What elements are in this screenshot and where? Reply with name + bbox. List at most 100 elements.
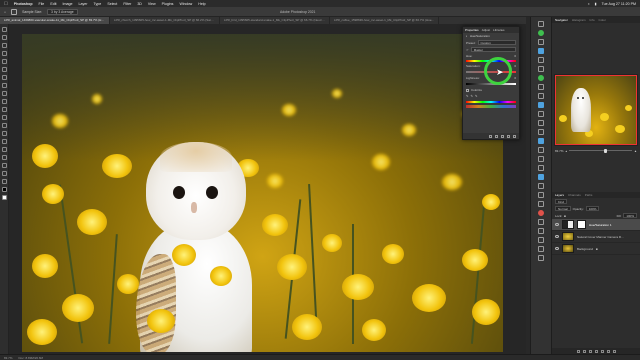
move-tool-icon[interactable] <box>1 27 7 32</box>
record-action-icon[interactable] <box>538 210 544 216</box>
zoom-out-icon[interactable]: ▴ <box>566 149 568 153</box>
hue-value[interactable]: 0 <box>514 54 516 58</box>
navigator-zoom-value[interactable]: 83.7% <box>555 149 564 153</box>
paragraph-panel-icon[interactable] <box>538 93 544 99</box>
tab-color[interactable]: Color <box>599 17 606 23</box>
eyedropper-tool-icon[interactable] <box>11 8 18 15</box>
view-previous-icon[interactable] <box>495 134 498 138</box>
fill-field[interactable]: 100% <box>623 213 637 218</box>
menu-file[interactable]: File <box>39 2 45 6</box>
gradients-panel-icon[interactable] <box>538 255 544 261</box>
menu-layer[interactable]: Layer <box>79 2 88 6</box>
background-color-icon[interactable] <box>1 195 7 200</box>
history-panel-icon[interactable] <box>538 21 544 27</box>
target-adjust-icon[interactable]: ☞ <box>466 48 469 52</box>
shapes-panel-icon[interactable] <box>538 237 544 243</box>
tab-properties[interactable]: Properties <box>465 27 479 33</box>
3d-panel-icon[interactable] <box>538 219 544 225</box>
channels-panel-icon[interactable] <box>538 138 544 144</box>
layer-row[interactable]: Natural Cover Manner Camera Raw Saturati… <box>552 231 640 243</box>
add-mask-icon[interactable] <box>588 349 592 353</box>
patterns-panel-icon[interactable] <box>538 246 544 252</box>
menu-image[interactable]: Image <box>63 2 73 6</box>
menu-filter[interactable]: Filter <box>123 2 131 6</box>
zoom-slider[interactable] <box>569 148 633 153</box>
properties-panel-icon[interactable] <box>538 102 544 108</box>
blur-tool-icon[interactable] <box>1 123 7 128</box>
tab-paths[interactable]: Paths <box>585 192 593 198</box>
info-panel-icon[interactable] <box>538 174 544 180</box>
preset-select[interactable]: Custom <box>477 40 516 45</box>
layer-name[interactable]: Hue/Saturation 1 <box>589 223 612 227</box>
paths-panel-icon[interactable] <box>538 129 544 135</box>
reset-icon[interactable] <box>501 134 504 138</box>
document-tab[interactable]: LPR_coffee_1598636-how_inc-asset-1_Mk_Cl… <box>330 17 439 24</box>
eraser-tool-icon[interactable] <box>1 107 7 112</box>
menu-type[interactable]: Type <box>94 2 102 6</box>
trash-icon[interactable] <box>612 349 616 353</box>
tab-libraries[interactable]: Libraries <box>493 27 505 33</box>
menu-3d[interactable]: 3D <box>137 2 142 6</box>
clone-source-panel-icon[interactable] <box>538 192 544 198</box>
menu-help[interactable]: Help <box>198 2 205 6</box>
hand-tool-icon[interactable] <box>1 171 7 176</box>
menu-clock[interactable]: Tue Aug 27 11:20 PM <box>602 2 636 6</box>
type-tool-icon[interactable] <box>1 147 7 152</box>
quick-select-tool-icon[interactable] <box>1 51 7 56</box>
canvas-area[interactable] <box>9 24 526 354</box>
timeline-panel-icon[interactable] <box>538 156 544 162</box>
new-adjustment-icon[interactable] <box>594 349 598 353</box>
menu-app-name[interactable]: Photoshop <box>14 2 33 6</box>
new-group-icon[interactable] <box>600 349 604 353</box>
history-brush-tool-icon[interactable] <box>1 99 7 104</box>
battery-icon[interactable]: ▮ <box>595 2 597 6</box>
brush-tool-icon[interactable] <box>1 83 7 88</box>
lock-icon[interactable]: ■ <box>564 214 566 218</box>
layer-row[interactable]: Hue/Saturation 1 <box>552 219 640 231</box>
shape-tool-icon[interactable] <box>1 163 7 168</box>
opacity-field[interactable]: 100% <box>585 206 600 211</box>
libraries-panel-icon[interactable] <box>538 57 544 63</box>
notes-panel-icon[interactable] <box>538 165 544 171</box>
eyedropper-tool-icon[interactable] <box>1 67 7 72</box>
character-panel-icon[interactable] <box>538 84 544 90</box>
layer-comps-panel-icon[interactable] <box>538 147 544 153</box>
zoom-in-icon[interactable]: ▲ <box>634 149 637 153</box>
eyedropper-plus-icon[interactable]: ✎ <box>471 94 474 98</box>
pen-tool-icon[interactable] <box>1 139 7 144</box>
tab-navigator[interactable]: Navigator <box>555 17 568 23</box>
tool-presets-panel-icon[interactable] <box>538 183 544 189</box>
blend-mode-select[interactable]: Normal <box>555 206 571 211</box>
path-select-tool-icon[interactable] <box>1 155 7 160</box>
eyedropper-icon[interactable]: ✎ <box>466 94 469 98</box>
learn-panel-icon[interactable] <box>538 228 544 234</box>
gradient-tool-icon[interactable] <box>1 115 7 120</box>
color-panel-icon[interactable] <box>538 30 544 36</box>
menu-select[interactable]: Select <box>107 2 117 6</box>
sample-size-select[interactable]: 3 by 3 Average <box>47 8 78 15</box>
layer-mask-thumbnail[interactable] <box>577 220 586 229</box>
layer-name[interactable]: Natural Cover Manner Camera Raw Saturati… <box>577 235 625 239</box>
tab-layers[interactable]: Layers <box>555 192 564 198</box>
tab-histogram[interactable]: Histogram <box>572 17 586 23</box>
menu-window[interactable]: Window <box>179 2 192 6</box>
dodge-tool-icon[interactable] <box>1 131 7 136</box>
layer-style-icon[interactable] <box>582 349 586 353</box>
status-zoom[interactable]: 83.7% <box>4 356 13 360</box>
visibility-eye-icon[interactable] <box>555 247 559 250</box>
zoom-tool-icon[interactable] <box>1 179 7 184</box>
visibility-eye-icon[interactable] <box>555 235 559 238</box>
document-image[interactable] <box>22 34 503 352</box>
menu-view[interactable]: View <box>148 2 156 6</box>
colorize-checkbox[interactable] <box>466 88 469 92</box>
eyedropper-minus-icon[interactable]: ✎ <box>475 94 478 98</box>
foreground-color-icon[interactable] <box>1 187 7 192</box>
measurement-panel-icon[interactable] <box>538 201 544 207</box>
channel-select[interactable]: Master <box>470 47 516 52</box>
adjustments-panel-icon[interactable] <box>538 48 544 54</box>
new-layer-icon[interactable] <box>606 349 610 353</box>
apple-icon[interactable]:  <box>4 1 8 7</box>
document-tab[interactable]: LPR_bird_1395605-standard-snake-1_Mk_Cli… <box>220 17 330 24</box>
clone-stamp-tool-icon[interactable] <box>1 91 7 96</box>
clip-layer-icon[interactable] <box>489 134 492 138</box>
